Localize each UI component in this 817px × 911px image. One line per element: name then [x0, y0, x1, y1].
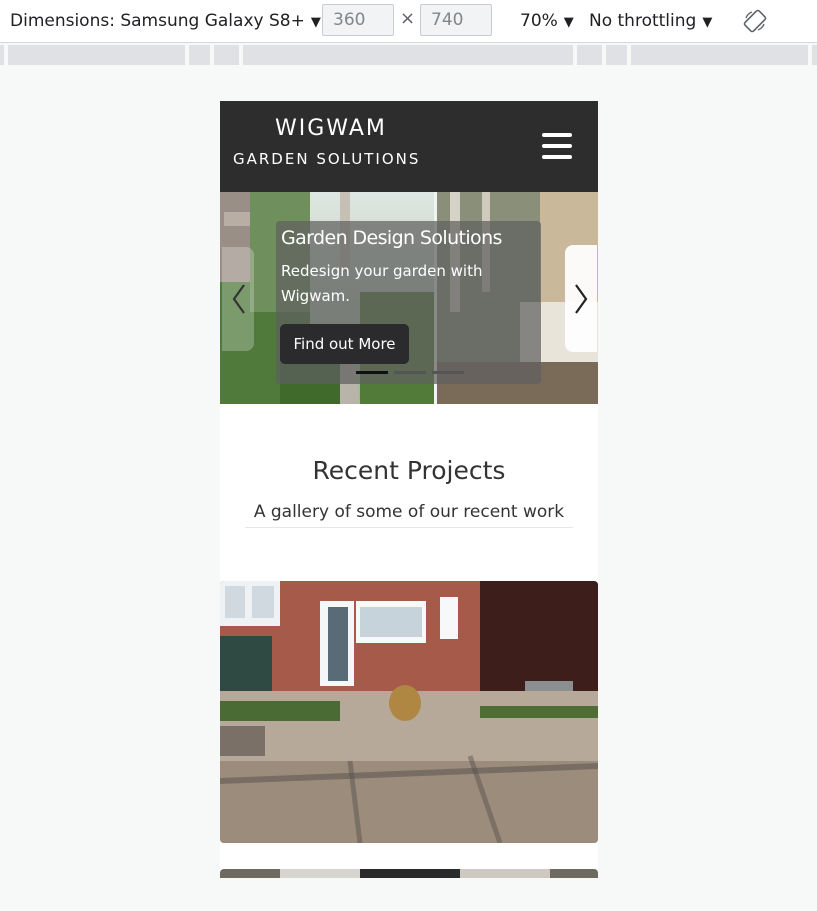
zoom-dropdown[interactable]: 70% ▼	[520, 0, 574, 42]
throttling-label: No throttling	[589, 11, 697, 31]
indicator-3[interactable]	[432, 371, 464, 374]
section-subtitle: A gallery of some of our recent work	[245, 502, 573, 528]
ruler-segment[interactable]	[0, 45, 4, 65]
ruler-segment[interactable]	[243, 45, 573, 65]
indicator-1[interactable]	[356, 371, 388, 374]
height-input[interactable]: 740	[420, 4, 492, 36]
carousel-indicators	[356, 371, 476, 375]
section-title: Recent Projects	[312, 456, 506, 485]
chevron-down-icon: ▼	[563, 15, 574, 30]
brand-subtitle[interactable]: GARDEN SOLUTIONS	[233, 150, 420, 168]
brand-title[interactable]: WIGWAM	[275, 116, 387, 141]
indicator-2[interactable]	[394, 371, 426, 374]
throttling-dropdown[interactable]: No throttling ▼	[589, 0, 712, 42]
media-query-ruler[interactable]	[0, 43, 817, 67]
project-photo[interactable]	[220, 581, 598, 843]
device-toolbar: Dimensions: Samsung Galaxy S8+ ▼ 360 × 74…	[0, 0, 817, 43]
chevron-left-icon	[232, 284, 245, 314]
project-photo[interactable]	[220, 869, 598, 878]
carousel-prev-button[interactable]	[222, 247, 254, 351]
rotate-icon[interactable]	[743, 9, 767, 33]
dimensions-label: Dimensions: Samsung Galaxy S8+	[10, 11, 305, 31]
caption-title: Garden Design Solutions	[281, 227, 502, 249]
ruler-segment[interactable]	[631, 45, 808, 65]
site-header: WIGWAM GARDEN SOLUTIONS	[220, 101, 598, 192]
carousel-caption: Garden Design Solutions Redesign your ga…	[276, 221, 541, 384]
ruler-segment[interactable]	[812, 45, 817, 65]
times-symbol: ×	[400, 8, 416, 29]
chevron-right-icon	[575, 284, 588, 314]
width-input[interactable]: 360	[322, 4, 394, 36]
caption-text: Redesign your garden with Wigwam.	[281, 262, 483, 305]
ruler-segment[interactable]	[577, 45, 602, 65]
ruler-segment[interactable]	[189, 45, 210, 65]
hamburger-icon[interactable]	[542, 133, 572, 159]
hero-carousel: Garden Design Solutions Redesign your ga…	[220, 192, 598, 404]
ruler-segment[interactable]	[606, 45, 627, 65]
chevron-down-icon: ▼	[310, 15, 321, 30]
find-out-more-button[interactable]: Find out More	[280, 324, 409, 364]
device-viewport: WIGWAM GARDEN SOLUTIONS Garden Design So…	[220, 101, 598, 878]
ruler-segment[interactable]	[8, 45, 185, 65]
ruler-segment[interactable]	[214, 45, 239, 65]
dimensions-dropdown[interactable]: Dimensions: Samsung Galaxy S8+ ▼	[10, 0, 321, 42]
carousel-next-button[interactable]	[565, 245, 597, 352]
zoom-label: 70%	[520, 11, 558, 31]
chevron-down-icon: ▼	[702, 15, 713, 30]
